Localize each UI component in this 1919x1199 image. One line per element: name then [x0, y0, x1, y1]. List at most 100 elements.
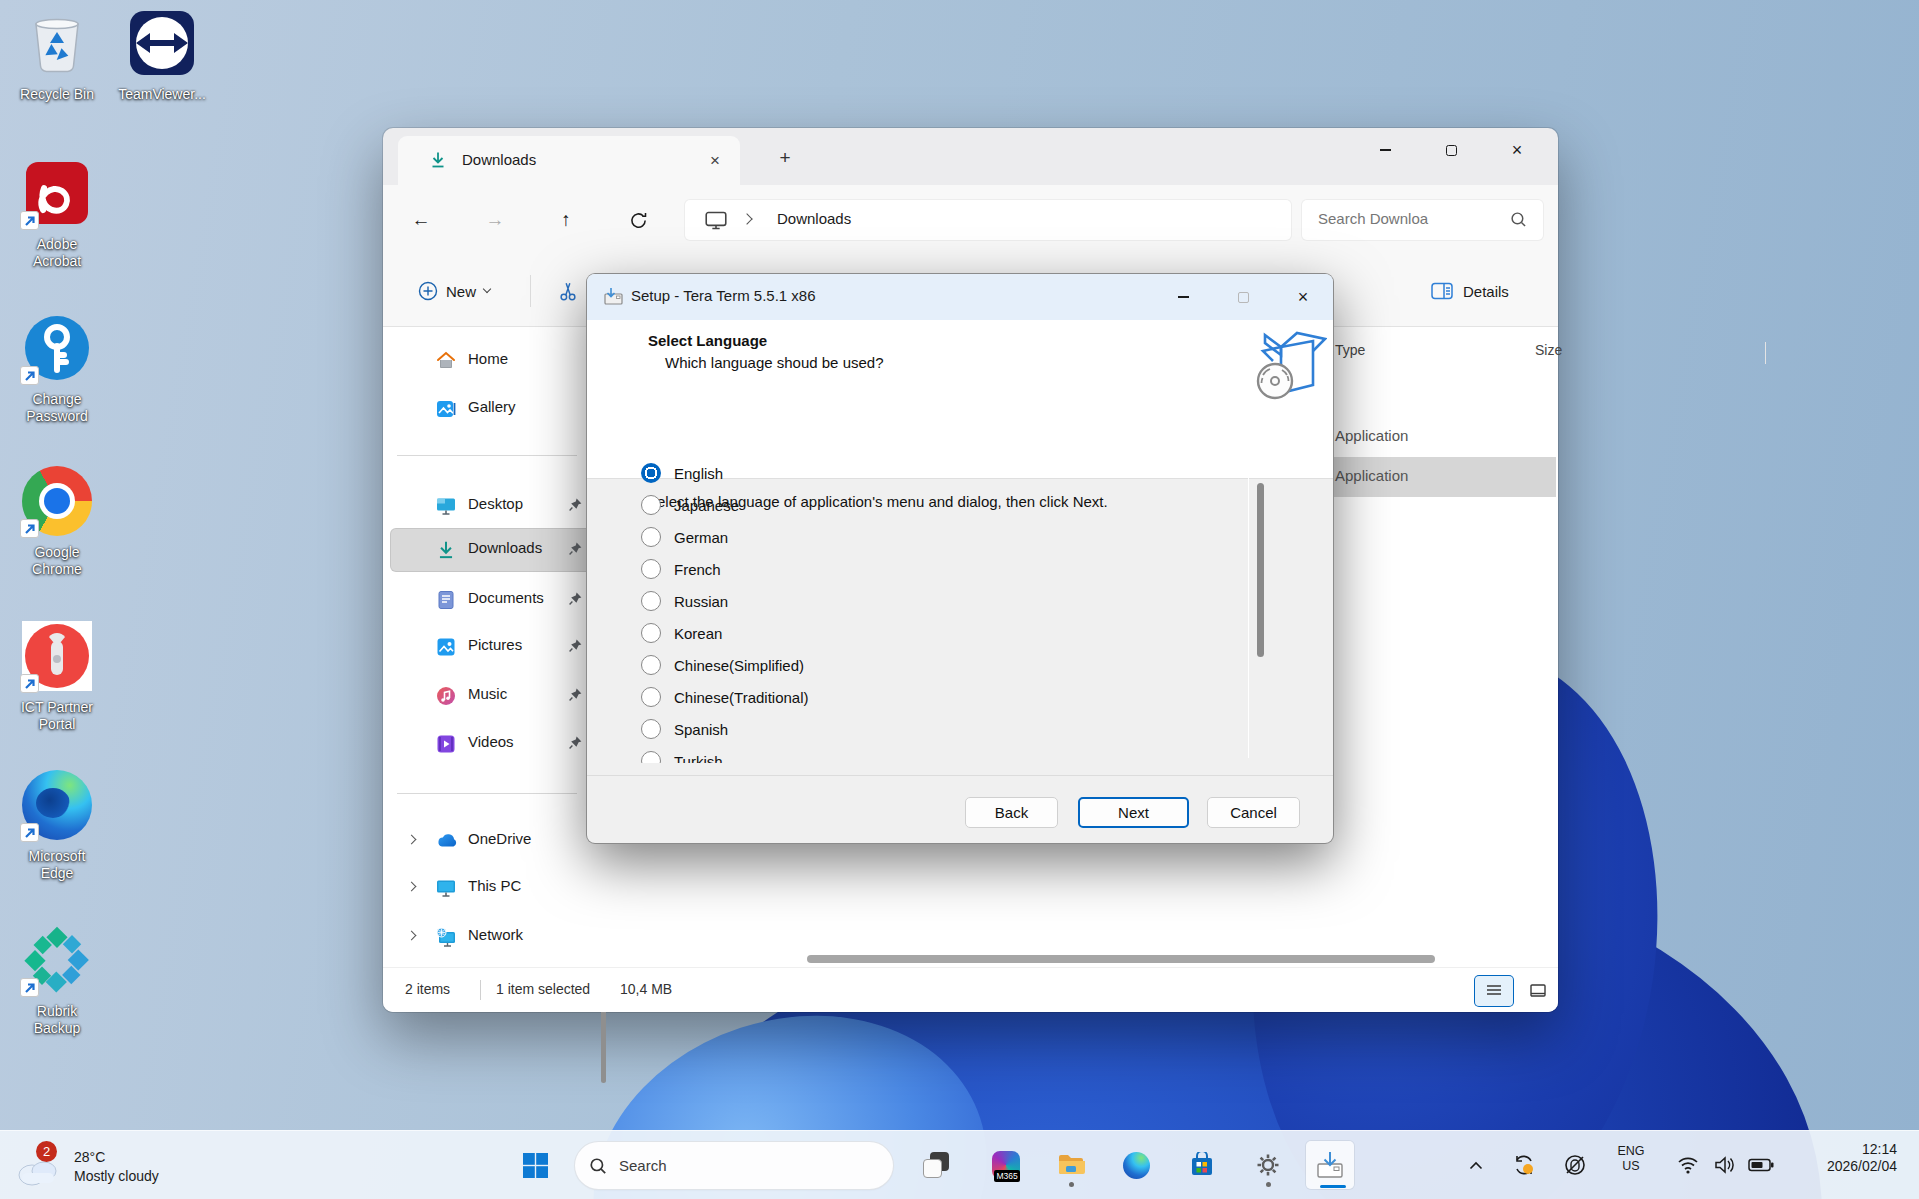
sidebar-item-desktop[interactable]: Desktop — [391, 485, 591, 527]
language-option-chinese-simplified[interactable]: Chinese(Simplified) — [641, 649, 804, 681]
desktop-icon-microsoft-edge[interactable]: Microsoft Edge — [12, 770, 102, 882]
cancel-button[interactable]: Cancel — [1207, 797, 1300, 828]
language-option-spanish[interactable]: Spanish — [641, 713, 728, 745]
file-explorer-button[interactable] — [1047, 1141, 1095, 1189]
next-button[interactable]: Next — [1078, 797, 1189, 828]
back-button[interactable]: Back — [965, 797, 1058, 828]
back-button[interactable]: ← — [404, 203, 438, 237]
start-button[interactable] — [511, 1141, 559, 1189]
radio-icon[interactable] — [641, 687, 661, 707]
language-option-turkish[interactable]: Turkish — [641, 745, 723, 763]
setup-installer-button[interactable] — [1306, 1141, 1354, 1189]
desktop-icon-adobe-acrobat[interactable]: Adobe Acrobat — [12, 158, 102, 270]
language-option-english[interactable]: English — [641, 457, 723, 489]
tray-volume-icon[interactable] — [1704, 1141, 1744, 1189]
minimize-button[interactable] — [1352, 128, 1418, 172]
desktop-icon-teamviewer[interactable]: TeamViewer... — [102, 8, 222, 103]
tray-language-indicator[interactable]: ENG US — [1608, 1144, 1654, 1174]
dialog-title: Setup - Tera Term 5.5.1 x86 — [631, 287, 816, 304]
language-option-japanese[interactable]: Japanese — [641, 489, 739, 521]
desktop-icon-label: Rubrik Backup — [12, 1003, 102, 1037]
shortcut-arrow-icon — [20, 978, 39, 997]
sidebar-item-music[interactable]: Music — [391, 675, 591, 717]
refresh-button[interactable] — [621, 203, 655, 237]
radio-icon[interactable] — [641, 623, 661, 643]
address-bar[interactable]: Downloads — [685, 200, 1291, 240]
search-box[interactable]: Search Downloa — [1302, 200, 1543, 240]
setup-dialog: Setup - Tera Term 5.5.1 x86 × Select Lan… — [587, 274, 1333, 843]
desktop-icon-google-chrome[interactable]: Google Chrome — [12, 466, 102, 578]
microsoft-store-button[interactable] — [1178, 1141, 1226, 1189]
details-button-label: Details — [1463, 283, 1509, 300]
new-button[interactable]: New — [408, 273, 503, 309]
list-scrollbar-thumb[interactable] — [1257, 483, 1264, 657]
radio-icon[interactable] — [641, 655, 661, 675]
radio-icon[interactable] — [641, 559, 661, 579]
sidebar-item-downloads[interactable]: Downloads — [391, 529, 591, 571]
tray-blocked-icon[interactable] — [1554, 1141, 1596, 1189]
tray-chevron-up[interactable] — [1456, 1141, 1496, 1189]
dialog-minimize-button[interactable] — [1153, 274, 1213, 320]
settings-button[interactable] — [1244, 1141, 1292, 1189]
sidebar-divider — [397, 793, 577, 794]
language-option-korean[interactable]: Korean — [641, 617, 722, 649]
sidebar-item-documents[interactable]: Documents — [391, 579, 591, 621]
details-view-toggle[interactable] — [1475, 976, 1513, 1006]
new-tab-button[interactable]: + — [771, 144, 799, 172]
expand-chevron-icon[interactable] — [407, 882, 417, 892]
tray-battery-icon[interactable] — [1740, 1141, 1782, 1189]
m365-copilot-button[interactable]: M365 — [982, 1141, 1030, 1189]
dialog-title-bar[interactable]: Setup - Tera Term 5.5.1 x86 × — [587, 274, 1333, 320]
details-button[interactable]: Details — [1431, 273, 1509, 309]
radio-icon[interactable] — [641, 719, 661, 739]
weather-condition: Mostly cloudy — [74, 1168, 159, 1184]
desktop-icon-recycle-bin[interactable]: Recycle Bin — [12, 8, 102, 103]
taskbar-search[interactable]: Search — [575, 1142, 893, 1189]
language-option-russian[interactable]: Russian — [641, 585, 728, 617]
desktop-icon-ict-partner-portal[interactable]: ICT Partner Portal — [12, 621, 102, 733]
dialog-maximize-button[interactable] — [1213, 274, 1273, 320]
sidebar-item-this-pc[interactable]: This PC — [391, 867, 591, 909]
expand-chevron-icon[interactable] — [407, 931, 417, 941]
horizontal-scrollbar[interactable] — [807, 955, 1435, 963]
column-separator[interactable] — [1765, 342, 1766, 364]
edge-button[interactable] — [1112, 1141, 1160, 1189]
large-icons-view-toggle[interactable] — [1519, 976, 1557, 1006]
tray-wifi-icon[interactable] — [1668, 1141, 1708, 1189]
radio-icon[interactable] — [641, 495, 661, 515]
radio-icon[interactable] — [641, 527, 661, 547]
cut-button[interactable] — [550, 273, 586, 309]
tray-clock[interactable]: 12:14 2026/02/04 — [1827, 1141, 1897, 1175]
desktop-icon-rubrik-backup[interactable]: Rubrik Backup — [12, 925, 102, 1037]
column-header-type[interactable]: Type — [1335, 342, 1365, 358]
language-option-french[interactable]: French — [641, 553, 721, 585]
maximize-button[interactable] — [1418, 128, 1484, 172]
desktop-icon-change-password[interactable]: Change Password — [12, 313, 102, 425]
weather-widget[interactable]: 2 28°C Mostly cloudy — [14, 1139, 244, 1193]
language-option-german[interactable]: German — [641, 521, 728, 553]
forward-button[interactable]: → — [478, 203, 512, 237]
close-button[interactable]: × — [1484, 128, 1550, 172]
sidebar-item-gallery[interactable]: Gallery — [391, 388, 591, 430]
column-header-size[interactable]: Size — [1535, 342, 1562, 358]
radio-icon[interactable] — [641, 751, 661, 763]
sidebar-item-network[interactable]: Network — [391, 916, 591, 958]
sidebar-item-home[interactable]: Home — [391, 340, 591, 382]
task-view-button[interactable] — [912, 1141, 960, 1189]
expand-chevron-icon[interactable] — [407, 835, 417, 845]
sidebar-item-label: Pictures — [468, 636, 522, 653]
radio-icon[interactable] — [641, 591, 661, 611]
desktop-icon — [435, 495, 457, 517]
tray-sync-icon[interactable] — [1503, 1141, 1545, 1189]
sidebar-item-pictures[interactable]: Pictures — [391, 626, 591, 668]
search-icon — [589, 1157, 607, 1175]
up-button[interactable]: ↑ — [549, 203, 583, 237]
tab-close-icon[interactable]: × — [702, 148, 728, 174]
sidebar-item-videos[interactable]: Videos — [391, 723, 591, 765]
language-option-chinese-traditional[interactable]: Chinese(Traditional) — [641, 681, 809, 713]
dialog-close-button[interactable]: × — [1273, 274, 1333, 320]
toolbar-separator — [530, 275, 531, 307]
explorer-tab-downloads[interactable]: Downloads × — [398, 136, 740, 185]
sidebar-item-onedrive[interactable]: OneDrive — [391, 820, 591, 862]
radio-selected-icon[interactable] — [641, 463, 661, 483]
